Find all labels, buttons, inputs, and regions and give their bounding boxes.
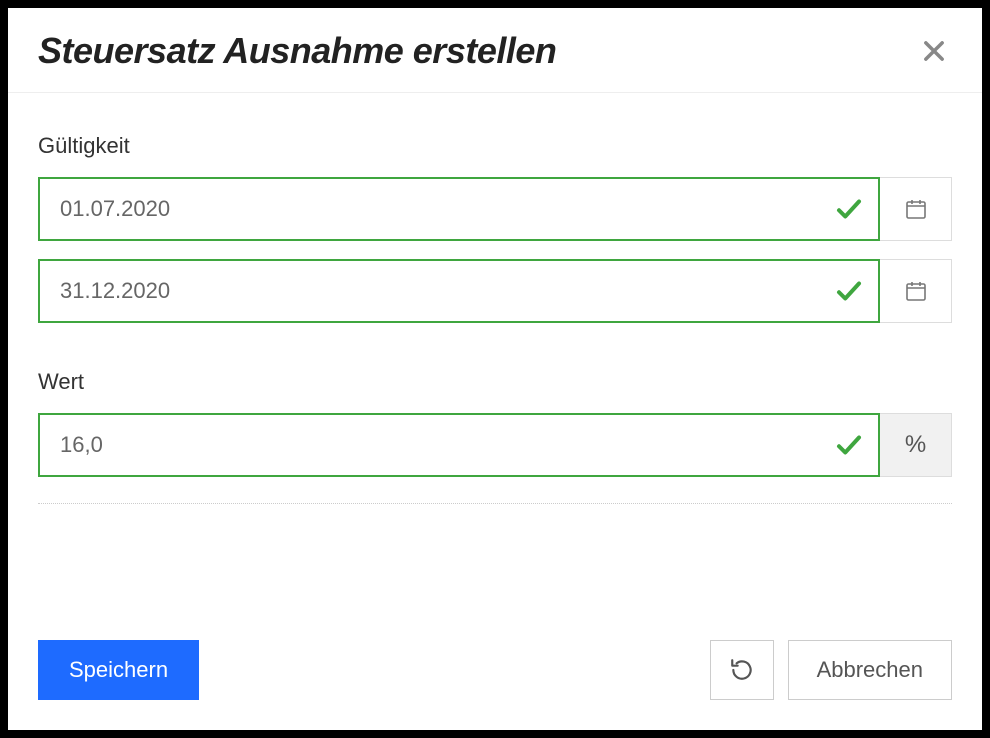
date-to-row [38, 259, 952, 323]
value-row: % [38, 413, 952, 477]
value-wrap [38, 413, 880, 477]
cancel-button[interactable]: Abbrechen [788, 640, 952, 700]
date-to-wrap [38, 259, 880, 323]
undo-icon [729, 657, 755, 683]
value-label: Wert [38, 369, 952, 395]
close-icon [920, 37, 948, 65]
modal-title: Steuersatz Ausnahme erstellen [38, 30, 556, 72]
footer-actions-right: Abbrechen [710, 640, 952, 700]
modal-header: Steuersatz Ausnahme erstellen [8, 8, 982, 93]
footer-divider [38, 503, 952, 504]
percent-addon: % [880, 413, 952, 477]
save-button[interactable]: Speichern [38, 640, 199, 700]
value-input[interactable] [38, 413, 880, 477]
calendar-icon [904, 197, 928, 221]
date-from-input[interactable] [38, 177, 880, 241]
date-from-wrap [38, 177, 880, 241]
date-from-picker-button[interactable] [880, 177, 952, 241]
modal-body: Gültigkeit [8, 93, 982, 610]
date-to-picker-button[interactable] [880, 259, 952, 323]
validity-label: Gültigkeit [38, 133, 952, 159]
date-from-row [38, 177, 952, 241]
calendar-icon [904, 279, 928, 303]
undo-button[interactable] [710, 640, 774, 700]
date-to-input[interactable] [38, 259, 880, 323]
modal-footer: Speichern Abbrechen [8, 610, 982, 730]
close-button[interactable] [916, 33, 952, 69]
modal-dialog: Steuersatz Ausnahme erstellen Gültigkeit [0, 0, 990, 738]
